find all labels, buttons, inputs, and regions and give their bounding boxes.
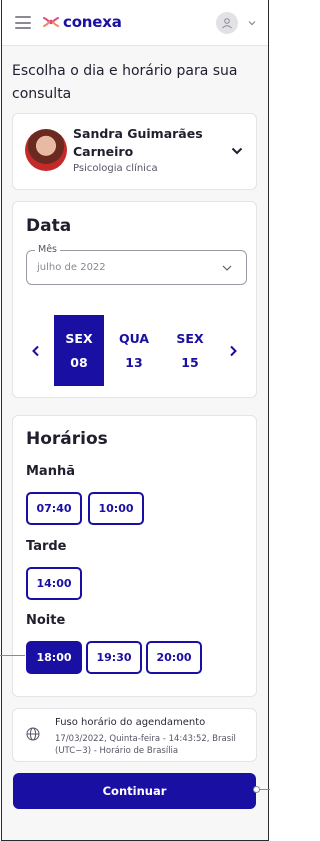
- timezone-title: Fuso horário do agendamento: [55, 717, 206, 728]
- doctor-specialty: Psicologia clínica: [73, 163, 158, 174]
- time-slot-button[interactable]: 07:40: [26, 492, 82, 525]
- brand-logo[interactable]: conexa: [42, 13, 122, 31]
- user-icon: [222, 18, 232, 29]
- globe-icon: [26, 727, 40, 741]
- month-select[interactable]: Mês julho de 2022: [26, 244, 247, 285]
- time-slot-button[interactable]: 19:30: [86, 641, 142, 674]
- doctor-card[interactable]: Sandra Guimarães Carneiro Psicologia clí…: [12, 113, 257, 190]
- date-day: 15: [181, 354, 199, 370]
- date-weekday: SEX: [176, 330, 204, 346]
- annotation-line: [0, 655, 25, 656]
- date-option[interactable]: SEX 15: [165, 315, 215, 386]
- time-slot-button[interactable]: 20:00: [146, 641, 202, 674]
- chevron-right-icon[interactable]: [228, 345, 238, 357]
- date-weekday: SEX: [65, 330, 93, 346]
- page-title: Escolha o dia e horário para sua consult…: [12, 63, 238, 102]
- times-section-title: Horários: [26, 429, 108, 449]
- time-slot-button[interactable]: 14:00: [26, 567, 82, 600]
- conexa-logo-icon: [43, 17, 59, 27]
- date-card: Data Mês julho de 2022 SEX 08 QUA 13 SEX…: [12, 201, 257, 398]
- period-label-morning: Manhã: [26, 464, 75, 479]
- account-button[interactable]: [216, 12, 238, 34]
- date-day: 08: [70, 354, 88, 370]
- date-option[interactable]: SEX 08: [54, 315, 104, 386]
- chevron-down-icon[interactable]: [231, 147, 243, 155]
- chevron-down-icon[interactable]: [248, 19, 256, 27]
- timezone-detail: 17/03/2022, Quinta-feira - 14:43:52, Bra…: [55, 734, 236, 756]
- period-label-afternoon: Tarde: [26, 539, 67, 554]
- chevron-left-icon[interactable]: [31, 345, 41, 357]
- time-slot-button-selected[interactable]: 18:00: [26, 641, 82, 674]
- brand-name: conexa: [63, 13, 122, 31]
- timezone-card: Fuso horário do agendamento 17/03/2022, …: [12, 708, 257, 762]
- date-day: 13: [125, 354, 143, 370]
- period-label-evening: Noite: [26, 613, 66, 628]
- hamburger-icon[interactable]: [15, 16, 31, 29]
- annotation-dot: [253, 786, 260, 793]
- continue-button[interactable]: Continuar: [13, 773, 256, 809]
- month-label: Mês: [35, 244, 60, 255]
- doctor-avatar: [25, 129, 67, 171]
- chevron-down-icon: [222, 265, 232, 271]
- month-value: julho de 2022: [37, 262, 106, 273]
- doctor-name: Sandra Guimarães Carneiro: [73, 126, 203, 159]
- top-bar: conexa: [2, 0, 268, 46]
- time-slot-button[interactable]: 10:00: [88, 492, 144, 525]
- date-section-title: Data: [26, 216, 72, 236]
- date-weekday: QUA: [118, 330, 150, 346]
- date-option[interactable]: QUA 13: [109, 315, 159, 386]
- times-card: Horários Manhã 07:40 10:00 Tarde 14:00 N…: [12, 415, 257, 697]
